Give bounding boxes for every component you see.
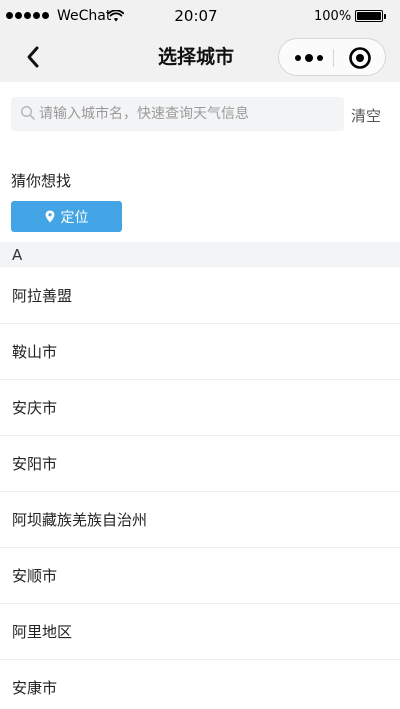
index-letter: A [12,246,23,264]
page-title: 选择城市 [157,46,234,68]
city-name: 安顺市 [12,567,58,585]
chevron-left-icon [27,46,39,68]
city-name: 阿拉善盟 [12,287,73,305]
city-item[interactable]: 安庆市 [0,380,400,436]
city-item[interactable]: 安阳市 [0,436,400,492]
city-name: 阿坝藏族羌族自治州 [12,511,148,529]
city-item[interactable]: 阿坝藏族羌族自治州 [0,492,400,548]
city-item[interactable]: 阿里地区 [0,604,400,660]
locate-label: 定位 [60,209,89,226]
search-row: 清空 [0,82,400,148]
search-box [11,97,344,131]
city-item[interactable]: 安康市 [0,660,400,709]
locate-button[interactable]: 定位 [11,201,122,232]
app-frame: WeChat 20:07 100% 选择城市 请输入城市名，快速查询天气信息 清… [0,0,400,709]
target-circle-icon [349,47,371,69]
battery-percentage: 100% [314,9,352,24]
more-button[interactable] [289,41,329,75]
status-bar: WeChat 20:07 100% [0,0,400,34]
nav-bar: 选择城市 [0,34,400,82]
search-icon [20,105,35,120]
more-dots-icon [295,55,301,61]
mini-program-capsule [278,38,386,76]
battery-icon [355,10,386,22]
city-item[interactable]: 阿拉善盟 [0,268,400,324]
city-name: 安庆市 [12,399,58,417]
index-header: A [0,242,400,267]
guess-section-title: 猜你想找 [11,172,72,190]
capsule-divider [333,49,334,67]
search-input[interactable] [39,97,339,131]
city-item[interactable]: 安顺市 [0,548,400,604]
city-name: 阿里地区 [12,623,73,641]
city-name: 安阳市 [12,455,58,473]
city-item[interactable]: 鞍山市 [0,324,400,380]
back-button[interactable] [18,42,48,72]
close-button[interactable] [343,41,377,75]
top-chrome: WeChat 20:07 100% 选择城市 [0,0,400,82]
map-pin-icon [45,210,54,223]
city-list: 阿拉善盟 鞍山市 安庆市 安阳市 阿坝藏族羌族自治州 安顺市 阿里地区 安康市 [0,268,400,709]
city-name: 安康市 [12,679,58,697]
city-name: 鞍山市 [12,343,58,361]
clear-button[interactable]: 清空 [351,106,381,126]
